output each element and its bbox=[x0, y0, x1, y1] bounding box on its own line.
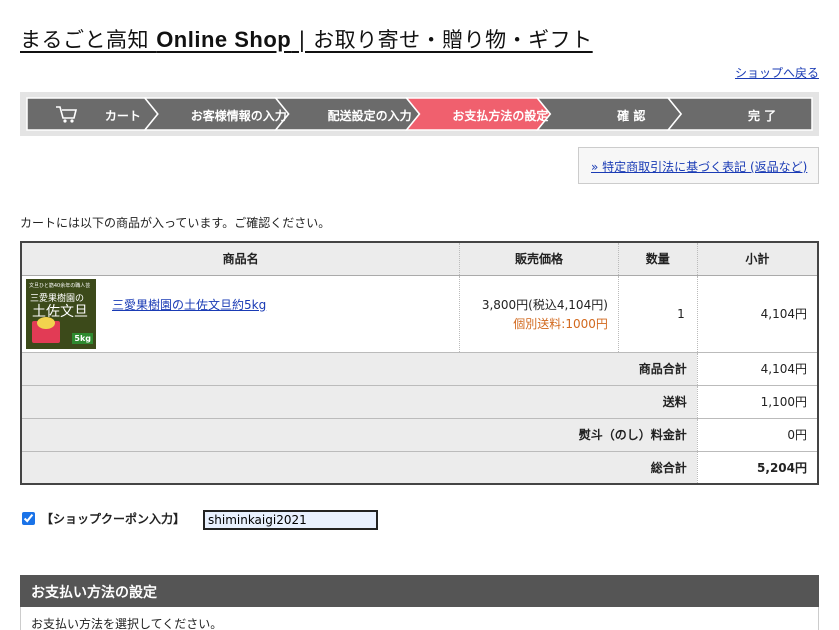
payment-instruction: お支払い方法を選択してください。 bbox=[20, 607, 819, 630]
back-to-shop-link[interactable]: ショップへ戻る bbox=[735, 64, 819, 81]
col-header-product: 商品名 bbox=[20, 241, 461, 276]
summary-label: 商品合計 bbox=[20, 351, 698, 386]
step-label: カート bbox=[104, 109, 141, 123]
thumb-weight: 5kg bbox=[72, 332, 93, 344]
summary-row: 商品合計 4,104円 bbox=[20, 351, 819, 386]
thumb-caption: 文旦ひと筋40余年の職人芸 bbox=[29, 282, 91, 289]
step-label: お客様情報の入力 bbox=[190, 109, 287, 123]
summary-value: 1,100円 bbox=[696, 384, 819, 419]
product-cell: 文旦ひと筋40余年の職人芸 三愛果樹園の 土佐文旦 5kg 三愛果樹園の土佐文旦… bbox=[20, 274, 461, 353]
col-header-price: 販売価格 bbox=[459, 241, 619, 276]
cart-table: 商品名 販売価格 数量 小計 文旦ひと筋40余年の職人芸 三愛果樹園の 土佐文旦… bbox=[20, 241, 819, 485]
step-label: 配送設定の入力 bbox=[327, 109, 412, 123]
shipping-note: 個別送料:1000円 bbox=[513, 316, 608, 331]
site-title-prefix: まるごと高知 bbox=[20, 28, 157, 52]
step-label: 確 認 bbox=[617, 109, 646, 123]
grand-total-row: 総合計 5,204円 bbox=[20, 450, 819, 485]
summary-row: 熨斗（のし）料金計 0円 bbox=[20, 417, 819, 452]
product-thumbnail[interactable]: 文旦ひと筋40余年の職人芸 三愛果樹園の 土佐文旦 5kg bbox=[26, 278, 96, 349]
price-cell: 3,800円(税込4,104円) 個別送料:1000円 bbox=[459, 274, 619, 353]
summary-value: 0円 bbox=[696, 417, 819, 452]
grand-total-value: 5,204円 bbox=[696, 450, 819, 485]
site-title-brand: Online Shop bbox=[156, 27, 292, 52]
coupon-toggle[interactable]: 【ショップクーポン入力】 bbox=[22, 510, 185, 527]
coupon-label: 【ショップクーポン入力】 bbox=[41, 512, 186, 526]
summary-label: 熨斗（のし）料金計 bbox=[20, 417, 698, 452]
checkout-steps: カート お客様情報の入力 配送設定の入力 お支払方法の設定 確 認 完 了 bbox=[20, 92, 819, 136]
site-title: まるごと高知 Online Shop | お取り寄せ・贈り物・ギフト bbox=[20, 24, 593, 54]
grand-total-label: 総合計 bbox=[20, 450, 698, 485]
summary-row: 送料 1,100円 bbox=[20, 384, 819, 419]
summary-label: 送料 bbox=[20, 384, 698, 419]
product-name-link[interactable]: 三愛果樹園の土佐文旦約5kg bbox=[112, 296, 266, 313]
step-active-label: お支払方法の設定 bbox=[452, 109, 549, 123]
tokutei-link[interactable]: » 特定商取引法に基づく表記 (返品など) bbox=[578, 147, 819, 184]
subtotal-cell: 4,104円 bbox=[696, 274, 819, 353]
quantity-cell: 1 bbox=[617, 274, 698, 353]
col-header-subtotal: 小計 bbox=[696, 241, 819, 276]
site-title-suffix: | お取り寄せ・贈り物・ギフト bbox=[291, 28, 593, 52]
payment-section-heading: お支払い方法の設定 bbox=[20, 575, 819, 607]
step-label: 完 了 bbox=[747, 109, 777, 123]
unit-price: 3,800円(税込4,104円) bbox=[481, 297, 608, 312]
coupon-code-input[interactable] bbox=[203, 510, 378, 530]
fruit-graphic bbox=[37, 316, 55, 329]
col-header-qty: 数量 bbox=[617, 241, 698, 276]
cart-message: カートには以下の商品が入っています。ご確認ください。 bbox=[20, 216, 331, 230]
summary-value: 4,104円 bbox=[696, 351, 819, 386]
coupon-checkbox[interactable] bbox=[22, 512, 35, 525]
table-header-row: 商品名 販売価格 数量 小計 bbox=[20, 241, 819, 276]
table-row: 文旦ひと筋40余年の職人芸 三愛果樹園の 土佐文旦 5kg 三愛果樹園の土佐文旦… bbox=[20, 274, 819, 353]
